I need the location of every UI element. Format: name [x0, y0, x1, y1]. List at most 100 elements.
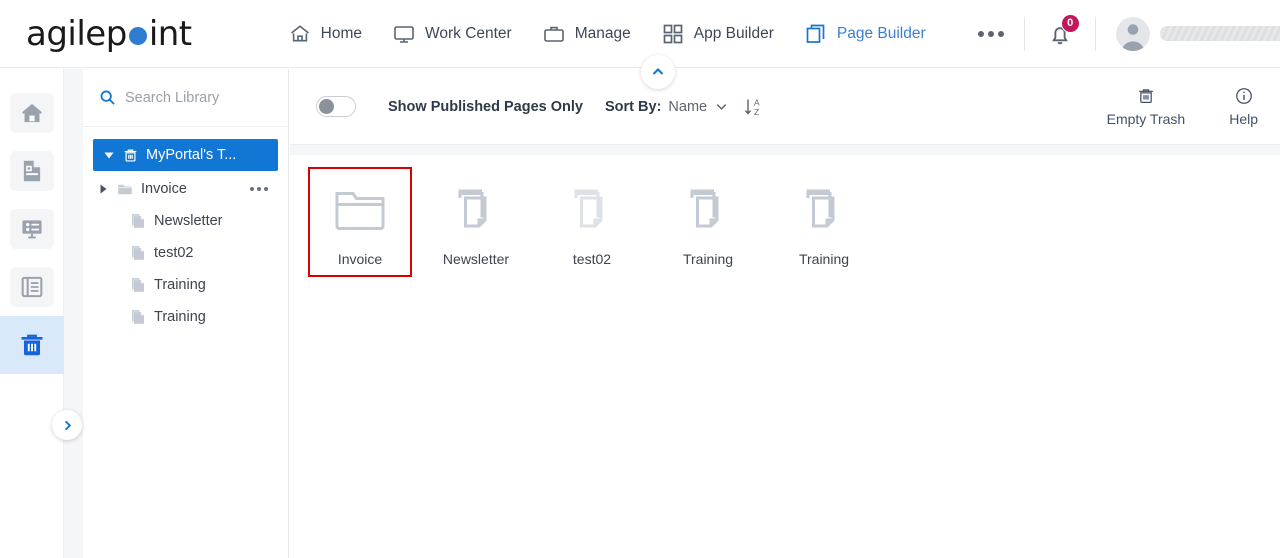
- notification-badge: 0: [1060, 13, 1080, 33]
- show-published-pages-toggle[interactable]: [316, 96, 356, 117]
- sort-az-ascending-icon: A Z: [744, 97, 760, 117]
- sort-by-label: Sort By:: [605, 98, 662, 115]
- user-name-redacted: [1159, 26, 1280, 41]
- grid-item-label: Training: [682, 251, 734, 267]
- agilepoint-logo[interactable]: agilep int: [26, 14, 192, 54]
- content-toolbar: Show Published Pages Only Sort By: Name …: [290, 69, 1280, 145]
- sort-direction-button[interactable]: A Z: [743, 96, 765, 118]
- document-icon: [23, 160, 41, 182]
- tree-item-invoice[interactable]: Invoice: [83, 173, 288, 205]
- nav-item-home[interactable]: Home: [288, 22, 362, 46]
- nav-item-manage[interactable]: Manage: [542, 22, 631, 46]
- notifications-button[interactable]: 0: [1045, 13, 1080, 49]
- grid-item-label: Training: [798, 251, 850, 267]
- rail-item-page[interactable]: [0, 142, 64, 200]
- dot: [257, 187, 261, 191]
- rail-item-form[interactable]: [0, 200, 64, 258]
- svg-text:A: A: [754, 97, 760, 107]
- rail-item-layout[interactable]: [0, 258, 64, 316]
- logo-text: agilep int: [26, 14, 192, 54]
- chevron-right-icon: [64, 420, 71, 430]
- grid-item-invoice[interactable]: Invoice: [308, 167, 412, 277]
- header-right: 0: [1004, 13, 1280, 51]
- rail-item-trash[interactable]: [0, 316, 64, 374]
- tree-item-label: test02: [154, 245, 194, 261]
- grid-item-training-1[interactable]: Training: [656, 167, 760, 277]
- caret-right-icon: [100, 184, 107, 194]
- rail-icon-box: [10, 267, 54, 307]
- trash-icon: [21, 334, 43, 356]
- home-icon: [22, 103, 42, 123]
- svg-text:Z: Z: [754, 107, 759, 117]
- user-menu[interactable]: [1115, 16, 1280, 51]
- help-button[interactable]: Help: [1229, 86, 1258, 127]
- dot: [977, 30, 984, 37]
- rail-gutter: [64, 69, 83, 558]
- tree-item-training-2[interactable]: Training: [83, 301, 288, 333]
- grid-item-label: test02: [572, 251, 612, 267]
- rail-icon-box: [10, 93, 54, 133]
- main-nav: Home Work Center Manage App Builder Page…: [288, 22, 1004, 46]
- content-area: Show Published Pages Only Sort By: Name …: [290, 69, 1280, 558]
- nav-label-app-builder: App Builder: [693, 24, 774, 42]
- empty-trash-label: Empty Trash: [1106, 111, 1186, 127]
- pages-icon: [132, 278, 144, 292]
- tree-item-label: Training: [154, 277, 206, 293]
- copy-pages-icon: [806, 24, 825, 43]
- monitor-icon: [394, 25, 414, 43]
- rail-icon-box: [10, 151, 54, 191]
- folder-icon: [118, 184, 132, 195]
- expand-sidebar-button[interactable]: [52, 410, 82, 440]
- pages-icon: [132, 310, 144, 324]
- dot: [264, 187, 268, 191]
- grid-item-label: Invoice: [337, 251, 383, 267]
- nav-item-page-builder[interactable]: Page Builder: [804, 22, 926, 46]
- sort-by-value[interactable]: Name: [668, 99, 707, 115]
- caret-down-icon: [104, 152, 114, 159]
- logo-text-b: int: [148, 13, 192, 54]
- grid-item-training-2[interactable]: Training: [772, 167, 876, 277]
- empty-trash-button[interactable]: Empty Trash: [1106, 86, 1186, 127]
- top-header: agilep int Home Work Center Manage App B…: [0, 0, 1280, 68]
- tree-item-test02[interactable]: test02: [83, 237, 288, 269]
- briefcase-icon: [543, 26, 564, 42]
- rail-item-home[interactable]: [0, 84, 64, 142]
- layout-list-icon: [21, 276, 43, 298]
- pages-icon: [564, 183, 620, 235]
- person-icon: [1121, 23, 1145, 51]
- pages-icon: [796, 183, 852, 235]
- logo-dot-icon: [128, 26, 147, 45]
- form-tree-icon: [22, 220, 42, 239]
- show-published-pages-label: Show Published Pages Only: [388, 98, 583, 115]
- nav-item-work-center[interactable]: Work Center: [392, 22, 512, 46]
- tree-root-label: MyPortal's T...: [146, 147, 237, 163]
- tree-root-myportals-trash[interactable]: MyPortal's T...: [93, 139, 278, 171]
- tree-item-menu-button[interactable]: [250, 187, 268, 191]
- toggle-knob: [319, 99, 334, 114]
- nav-label-manage: Manage: [574, 24, 631, 42]
- info-icon: [1235, 88, 1252, 104]
- chevron-down-icon[interactable]: [714, 99, 729, 114]
- grid-item-newsletter[interactable]: Newsletter: [424, 167, 528, 277]
- search-input-placeholder: Search Library: [125, 89, 220, 106]
- collapse-header-button[interactable]: [641, 55, 675, 89]
- trash-icon: [124, 149, 137, 162]
- rail-icon-box: [10, 325, 54, 365]
- nav-more-options-button[interactable]: [977, 30, 1004, 37]
- items-grid: Invoice Newsletter test02 Training Train…: [290, 155, 1280, 277]
- header-divider: [1023, 16, 1025, 51]
- chevron-up-icon: [652, 68, 664, 75]
- rail-icon-box: [10, 209, 54, 249]
- tree-item-newsletter[interactable]: Newsletter: [83, 205, 288, 237]
- grid-item-test02[interactable]: test02: [540, 167, 644, 277]
- tree-item-training-1[interactable]: Training: [83, 269, 288, 301]
- pages-icon: [132, 246, 144, 260]
- grid-squares-icon: [663, 24, 683, 43]
- nav-item-app-builder[interactable]: App Builder: [661, 22, 774, 46]
- tree-item-label: Invoice: [141, 181, 187, 197]
- search-library-field[interactable]: Search Library: [83, 69, 288, 127]
- library-panel: Search Library MyPortal's T... Invoice N…: [83, 69, 289, 558]
- nav-label-work-center: Work Center: [425, 24, 512, 42]
- grid-item-label: Newsletter: [442, 251, 510, 267]
- toolbar-actions: Empty Trash Help: [1107, 86, 1258, 127]
